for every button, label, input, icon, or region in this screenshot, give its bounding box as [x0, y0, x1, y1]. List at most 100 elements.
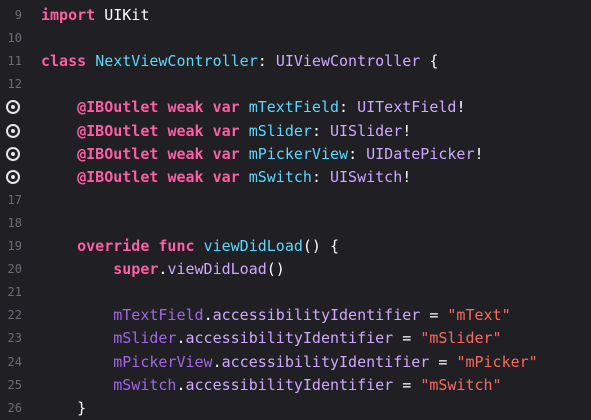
code-token: = [420, 306, 448, 325]
code-token: . [203, 306, 213, 325]
code-line[interactable]: 11 class NextViewController: UIViewContro… [0, 50, 591, 73]
outlet-connection-icon[interactable] [6, 100, 20, 115]
line-number: 17 [7, 192, 22, 207]
code-text: @IBOutlet weak var mTextField: UITextFie… [41, 96, 465, 119]
code-token: : [311, 121, 330, 140]
code-line[interactable]: @IBOutlet weak var mTextField: UITextFie… [0, 96, 591, 119]
code-token: = [393, 329, 421, 348]
code-line[interactable]: 18 [0, 212, 591, 235]
code-token: UIKit [95, 6, 150, 24]
outlet-connection-icon[interactable] [6, 146, 20, 161]
code-line[interactable]: @IBOutlet weak var mSwitch: UISwitch! [0, 166, 591, 189]
code-token: ! [474, 144, 484, 163]
line-number: 19 [7, 239, 22, 253]
code-token: var [212, 98, 240, 117]
code-line[interactable]: 10 [0, 27, 591, 50]
code-token: UIDatePicker [366, 144, 475, 163]
code-token: weak [167, 98, 204, 117]
line-number: 18 [7, 215, 22, 230]
code-line[interactable]: 23 mSlider.accessibilityIdentifier = "mS… [0, 327, 591, 350]
line-number: 12 [7, 77, 22, 92]
code-text: @IBOutlet weak var mSwitch: UISwitch! [41, 166, 411, 189]
code-token: mTextField [113, 306, 204, 325]
code-token: mSlider [113, 329, 177, 348]
code-token: . [176, 329, 186, 348]
code-token: accessibilityIdentifier [212, 306, 421, 325]
code-token: mSlider [248, 121, 312, 140]
code-token: class [41, 52, 87, 71]
code-token: weak [167, 144, 204, 163]
code-token: "mSwitch" [420, 375, 502, 394]
code-line[interactable]: 24 mPickerView.accessibilityIdentifier =… [0, 351, 591, 374]
code-text: import UIKit [41, 4, 149, 27]
code-line[interactable]: 20 super.viewDidLoad() [0, 258, 591, 281]
code-token: ! [402, 167, 412, 186]
code-line[interactable]: 12 [0, 73, 591, 96]
code-line[interactable]: @IBOutlet weak var mPickerView: UIDatePi… [0, 143, 591, 166]
code-text: mPickerView.accessibilityIdentifier = "m… [41, 351, 537, 374]
code-token: mSwitch [248, 167, 312, 186]
code-line[interactable]: 21 [0, 281, 591, 304]
line-number: 25 [7, 377, 22, 392]
code-token: : [311, 167, 330, 186]
code-token: UIViewController [275, 52, 421, 71]
code-token: viewDidLoad [167, 260, 267, 279]
code-text: mSwitch.accessibilityIdentifier = "mSwit… [41, 374, 502, 397]
code-token: viewDidLoad [203, 237, 303, 255]
code-text: } [41, 397, 86, 420]
code-text: mSlider.accessibilityIdentifier = "mSlid… [41, 327, 502, 350]
code-token: { [420, 52, 439, 71]
code-line[interactable]: 19 override func viewDidLoad() { [0, 235, 591, 258]
code-token: : [257, 52, 276, 71]
code-token: func [158, 237, 195, 255]
code-editor[interactable]: 9 import UIKit 10 11 class NextViewControlle… [0, 0, 591, 420]
line-number: 23 [7, 331, 22, 346]
code-text: mTextField.accessibilityIdentifier = "mT… [41, 304, 510, 327]
code-token: . [212, 352, 222, 371]
code-line[interactable]: @IBOutlet weak var mSlider: UISlider! [0, 120, 591, 143]
code-token: accessibilityIdentifier [221, 352, 430, 371]
code-token: = [429, 352, 457, 371]
code-token: "mSlider" [420, 329, 502, 348]
code-token: () [266, 260, 285, 279]
line-number: 10 [7, 31, 22, 46]
code-token: weak [167, 121, 204, 140]
code-token: @IBOutlet [77, 167, 159, 186]
code-line[interactable]: 22 mTextField.accessibilityIdentifier = … [0, 304, 591, 327]
line-number: 26 [7, 400, 22, 415]
code-token: NextViewController [95, 52, 258, 71]
code-token: accessibilityIdentifier [185, 375, 394, 394]
outlet-connection-icon[interactable] [6, 123, 20, 138]
outlet-connection-icon[interactable] [6, 169, 20, 184]
code-token: @IBOutlet [77, 121, 159, 140]
code-token: } [41, 398, 87, 417]
code-token: UITextField [357, 98, 457, 117]
code-line[interactable]: 26 } [0, 397, 591, 420]
line-number: 11 [7, 54, 22, 69]
code-token: mPickerView [248, 144, 349, 163]
code-text: @IBOutlet weak var mPickerView: UIDatePi… [41, 143, 484, 166]
line-number: 20 [7, 262, 22, 277]
code-token: = [393, 375, 421, 394]
code-token: : [339, 98, 358, 117]
code-line[interactable]: 25 mSwitch.accessibilityIdentifier = "mS… [0, 374, 591, 397]
line-number: 21 [7, 285, 22, 300]
code-line[interactable]: 17 [0, 189, 591, 212]
code-line[interactable]: 9 import UIKit [0, 4, 591, 27]
code-token: . [176, 375, 186, 394]
